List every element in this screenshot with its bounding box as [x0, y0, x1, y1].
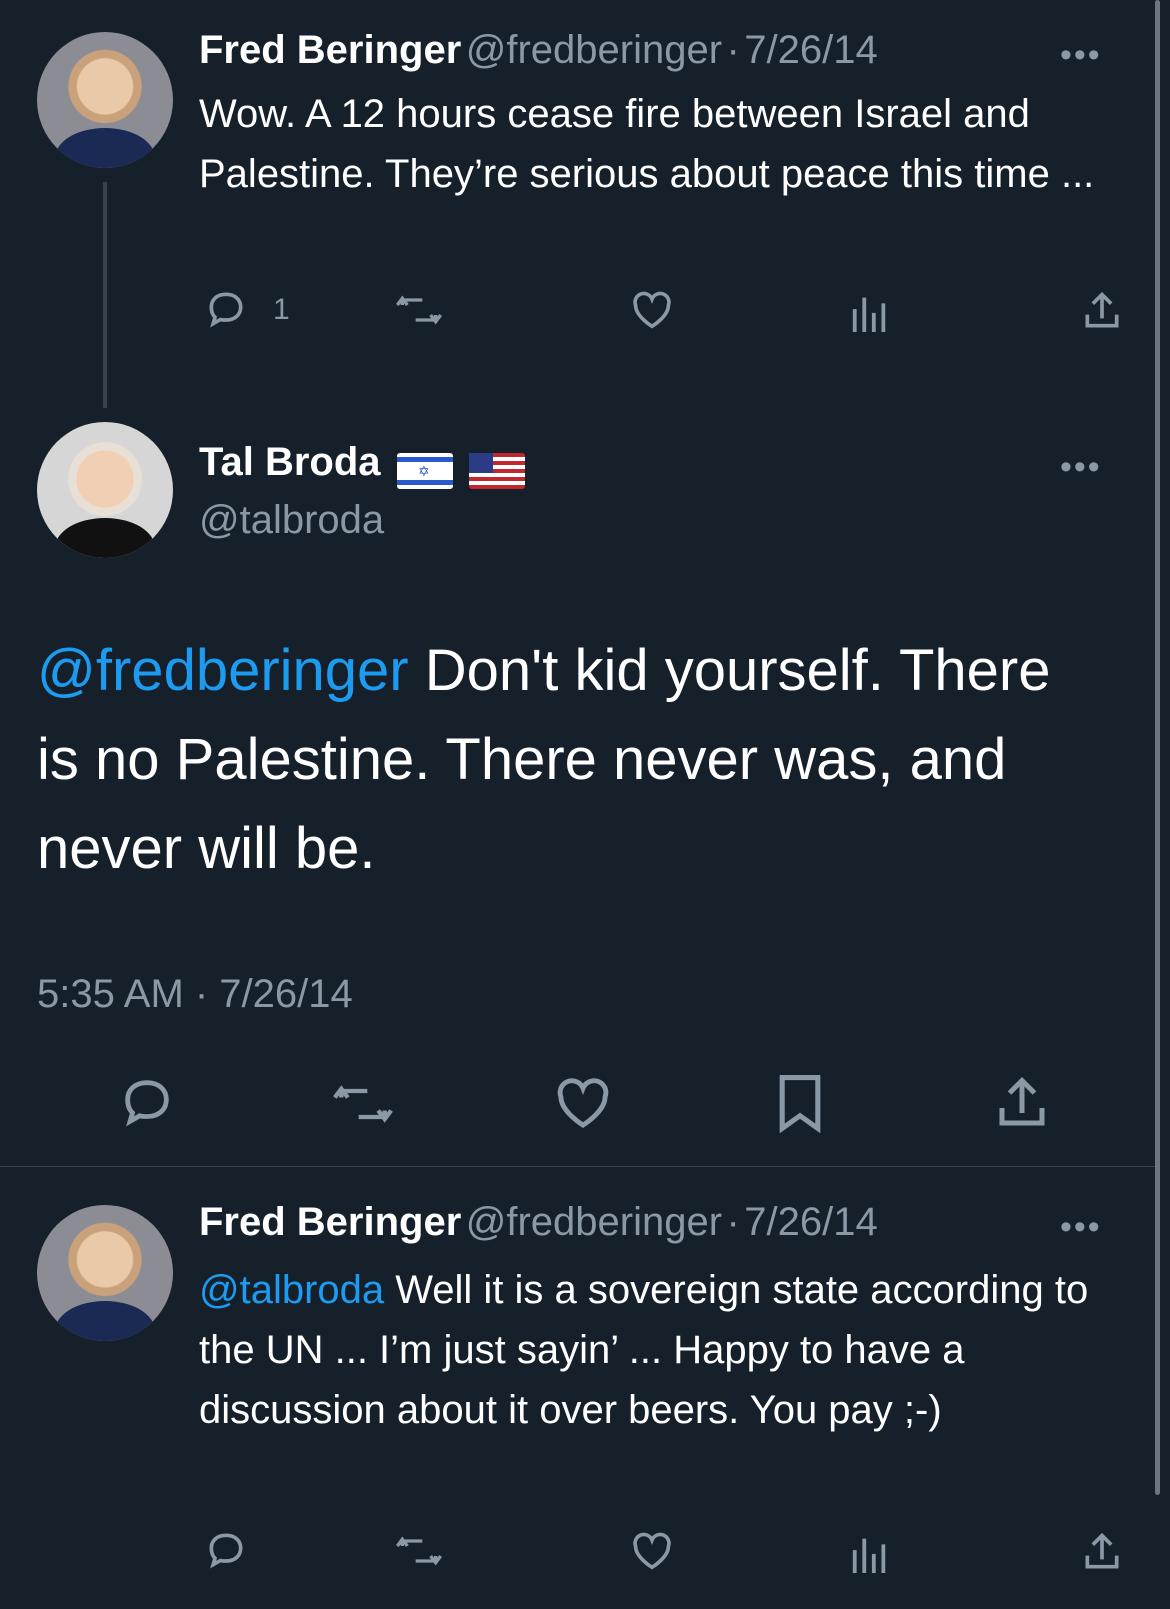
tweet2-text: @talbroda Well it is a sovereign state a… — [199, 1260, 1099, 1440]
separator-dot: · — [726, 28, 740, 72]
reply-icon[interactable] — [204, 1528, 248, 1577]
divider — [0, 1166, 1158, 1167]
author-handle[interactable]: @talbroda — [199, 498, 384, 543]
bookmark-icon[interactable] — [772, 1072, 828, 1139]
tweet1-text: Wow. A 12 hours cease fire between Israe… — [199, 92, 1095, 196]
mention-link[interactable]: @fredberinger — [37, 638, 409, 703]
tweet2-header: Fred Beringer @fredberinger · 7/26/14 — [199, 1200, 878, 1245]
author-name[interactable]: Tal Broda — [199, 440, 381, 484]
separator-dot: · — [726, 1200, 740, 1244]
author-handle[interactable]: @fredberinger — [466, 28, 722, 72]
like-icon[interactable] — [630, 290, 674, 335]
tweet-date[interactable]: 7/26/14 — [744, 1200, 877, 1244]
avatar-fred-beringer[interactable] — [37, 32, 173, 168]
author-name[interactable]: Fred Beringer — [199, 28, 461, 72]
israel-flag-icon: ✡ — [396, 452, 453, 489]
retweet-icon[interactable] — [395, 290, 443, 335]
like-icon[interactable] — [553, 1076, 613, 1135]
thread-line — [103, 182, 107, 408]
share-icon[interactable] — [1080, 288, 1124, 339]
share-icon[interactable] — [992, 1072, 1052, 1139]
main-tweet-author: Tal Broda ✡ — [199, 440, 526, 489]
retweet-icon[interactable] — [330, 1078, 396, 1135]
tweet-timestamp[interactable]: 5:35 AM · 7/26/14 — [37, 972, 353, 1017]
retweet-icon[interactable] — [395, 1531, 443, 1576]
more-options-button[interactable]: ••• — [1060, 36, 1102, 75]
mention-link[interactable]: @talbroda — [199, 1268, 384, 1312]
avatar-tal-broda[interactable] — [37, 422, 173, 558]
reply-icon[interactable] — [204, 287, 248, 336]
like-icon[interactable] — [630, 1531, 674, 1576]
tweet-date[interactable]: 7/26/14 — [744, 28, 877, 72]
share-icon[interactable] — [1080, 1529, 1124, 1580]
views-icon[interactable] — [850, 290, 890, 337]
avatar-fred-beringer[interactable] — [37, 1205, 173, 1341]
us-flag-icon — [469, 452, 526, 489]
more-options-button[interactable]: ••• — [1060, 1208, 1102, 1247]
more-options-button[interactable]: ••• — [1060, 448, 1102, 487]
author-name[interactable]: Fred Beringer — [199, 1200, 461, 1244]
views-icon[interactable] — [850, 1531, 890, 1578]
reply-icon[interactable] — [117, 1073, 177, 1136]
reply-count: 1 — [273, 293, 290, 326]
tweet1-header: Fred Beringer @fredberinger · 7/26/14 — [199, 28, 878, 73]
main-tweet-text: @fredberinger Don't kid yourself. There … — [37, 626, 1097, 893]
author-handle[interactable]: @fredberinger — [466, 1200, 722, 1244]
scrollbar[interactable] — [1155, 0, 1160, 1495]
